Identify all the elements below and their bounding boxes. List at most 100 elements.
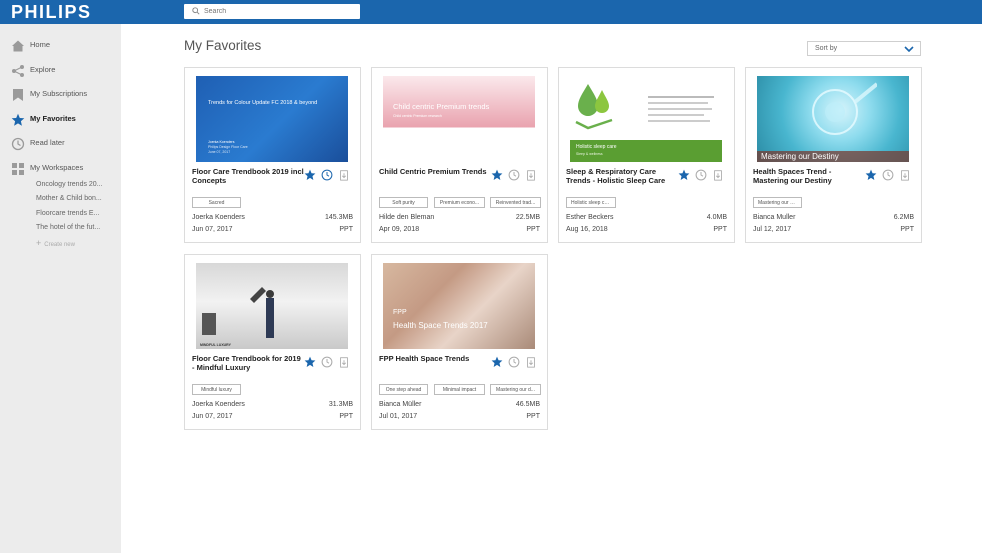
- thumb-title: Trends for Colour Update FC 2018 & beyon…: [208, 100, 318, 106]
- card-thumbnail[interactable]: Child centric Premium trends Child centr…: [379, 75, 540, 164]
- thumb-title: MINDFUL LUXURY: [200, 343, 231, 347]
- card-author: Esther Beckers: [566, 214, 614, 221]
- workspace-item[interactable]: Floorcare trends E...: [36, 210, 99, 217]
- download-icon: [340, 357, 348, 368]
- workspace-item[interactable]: The hotel of the fut...: [36, 224, 100, 231]
- favorite-star-button[interactable]: [865, 168, 877, 186]
- download-button[interactable]: [525, 168, 537, 186]
- star-icon: [491, 169, 503, 180]
- tag-chip[interactable]: Holistic sleep care: [566, 197, 616, 208]
- sidebar: Home Explore My Subscriptions My Favorit…: [0, 24, 121, 553]
- sort-dropdown[interactable]: Sort by: [807, 41, 921, 56]
- tag-chip[interactable]: Mastering our d...: [490, 384, 541, 395]
- plus-icon: +: [36, 238, 42, 248]
- card-title[interactable]: Floor Care Trendbook 2019 incl Concepts: [192, 167, 304, 185]
- card-thumbnail[interactable]: Trends for Colour Update FC 2018 & beyon…: [192, 75, 353, 164]
- tag-chip[interactable]: Mastering our D...: [753, 197, 802, 208]
- download-button[interactable]: [338, 168, 350, 186]
- card-thumbnail[interactable]: MINDFUL LUXURY: [192, 262, 353, 351]
- sidebar-item-read-later[interactable]: Read later: [0, 134, 121, 154]
- card-thumbnail[interactable]: Mastering our Destiny: [753, 75, 914, 164]
- card-date: Aug 16, 2018: [566, 226, 608, 233]
- text-line: [648, 96, 714, 98]
- sidebar-item-subscriptions[interactable]: My Subscriptions: [0, 85, 121, 105]
- room-illustration: [202, 287, 274, 338]
- read-later-button[interactable]: [508, 355, 520, 373]
- read-later-button[interactable]: [321, 355, 333, 373]
- search-input[interactable]: [204, 5, 354, 17]
- card-title[interactable]: Sleep & Respiratory Care Trends - Holist…: [566, 167, 678, 185]
- search-box[interactable]: [184, 4, 360, 19]
- thumb-subtitle: Philips Design Floor Care: [208, 145, 248, 149]
- tag-chip[interactable]: Sacred: [192, 197, 241, 208]
- download-button[interactable]: [712, 168, 724, 186]
- thumb-subtitle: Health Space Trends 2017: [393, 321, 488, 330]
- favorite-star-button[interactable]: [678, 168, 690, 186]
- thumb-subtitle: Sleep & wellness: [576, 152, 603, 156]
- card-author: Bianca Müller: [379, 401, 422, 408]
- tag-chip[interactable]: Premium econo...: [434, 197, 485, 208]
- sidebar-item-home[interactable]: Home: [0, 36, 121, 56]
- clock-icon: [882, 169, 894, 181]
- download-button[interactable]: [338, 355, 350, 373]
- workspace-item[interactable]: Mother & Child bon...: [36, 195, 102, 202]
- content-card[interactable]: FPP Health Space Trends 2017 FPP Health …: [371, 254, 548, 430]
- text-line: [648, 102, 708, 104]
- download-button[interactable]: [525, 355, 537, 373]
- sleep-care-illustration: [575, 84, 613, 130]
- workspace-item[interactable]: Oncology trends 20...: [36, 181, 103, 188]
- content-card[interactable]: Child centric Premium trends Child centr…: [371, 67, 548, 243]
- download-button[interactable]: [899, 168, 911, 186]
- sidebar-item-explore[interactable]: Explore: [0, 61, 121, 81]
- card-size: 31.3MB: [328, 401, 353, 408]
- read-later-button[interactable]: [321, 168, 333, 186]
- read-later-button[interactable]: [882, 168, 894, 186]
- text-line: [648, 114, 704, 116]
- read-later-button[interactable]: [508, 168, 520, 186]
- card-date: Jul 01, 2017: [379, 413, 418, 420]
- sidebar-item-label: My Subscriptions: [30, 89, 88, 98]
- content-card[interactable]: Mastering our Destiny Health Spaces Tren…: [745, 67, 922, 243]
- card-title[interactable]: Child Centric Premium Trends: [379, 167, 491, 177]
- tag-chip[interactable]: Minimal impact: [434, 384, 485, 395]
- search-icon: [192, 7, 200, 15]
- clock-icon: [508, 356, 520, 368]
- tag-chip[interactable]: One step ahead: [379, 384, 428, 395]
- card-type: PPT: [339, 413, 353, 420]
- grid-icon: [12, 163, 24, 175]
- download-icon: [340, 170, 348, 181]
- star-icon: [304, 356, 316, 367]
- sidebar-item-favorites[interactable]: My Favorites: [0, 110, 121, 130]
- thumb-title: Child centric Premium trends: [393, 102, 490, 111]
- sidebar-item-workspaces[interactable]: My Workspaces: [0, 159, 121, 179]
- card-thumbnail[interactable]: Holistic sleep care Sleep & wellness: [566, 75, 727, 164]
- clock-icon: [508, 169, 520, 181]
- favorite-star-button[interactable]: [491, 355, 503, 373]
- card-author: Hilde den Bleman: [379, 214, 435, 221]
- favorite-star-button[interactable]: [491, 168, 503, 186]
- tag-chip[interactable]: Soft purity: [379, 197, 428, 208]
- philips-logo[interactable]: PHILIPS: [11, 2, 92, 23]
- thumb-title: Mastering our Destiny: [761, 152, 839, 161]
- create-new-button[interactable]: + Create new: [36, 238, 75, 248]
- star-icon: [491, 356, 503, 367]
- content-card[interactable]: Trends for Colour Update FC 2018 & beyon…: [184, 67, 361, 243]
- favorite-star-button[interactable]: [304, 355, 316, 373]
- read-later-button[interactable]: [695, 168, 707, 186]
- card-size: 46.5MB: [515, 401, 540, 408]
- thumb-subtitle: Child centric Premium research: [393, 114, 442, 118]
- tag-chip[interactable]: Mindful luxury: [192, 384, 241, 395]
- star-icon: [304, 169, 316, 180]
- text-line: [648, 108, 712, 110]
- download-icon: [527, 170, 535, 181]
- content-card[interactable]: Holistic sleep care Sleep & wellness Sle…: [558, 67, 735, 243]
- card-title[interactable]: Floor Care Trendbook for 2019 - Mindful …: [192, 354, 304, 372]
- favorite-star-button[interactable]: [304, 168, 316, 186]
- content-card[interactable]: MINDFUL LUXURY Floor Care Trendbook for …: [184, 254, 361, 430]
- card-title[interactable]: Health Spaces Trend - Mastering our Dest…: [753, 167, 865, 185]
- card-size: 22.5MB: [515, 214, 540, 221]
- tag-chip[interactable]: Reinvented trad...: [490, 197, 541, 208]
- card-title[interactable]: FPP Health Space Trends: [379, 354, 491, 364]
- clock-icon: [695, 169, 707, 181]
- card-thumbnail[interactable]: FPP Health Space Trends 2017: [379, 262, 540, 351]
